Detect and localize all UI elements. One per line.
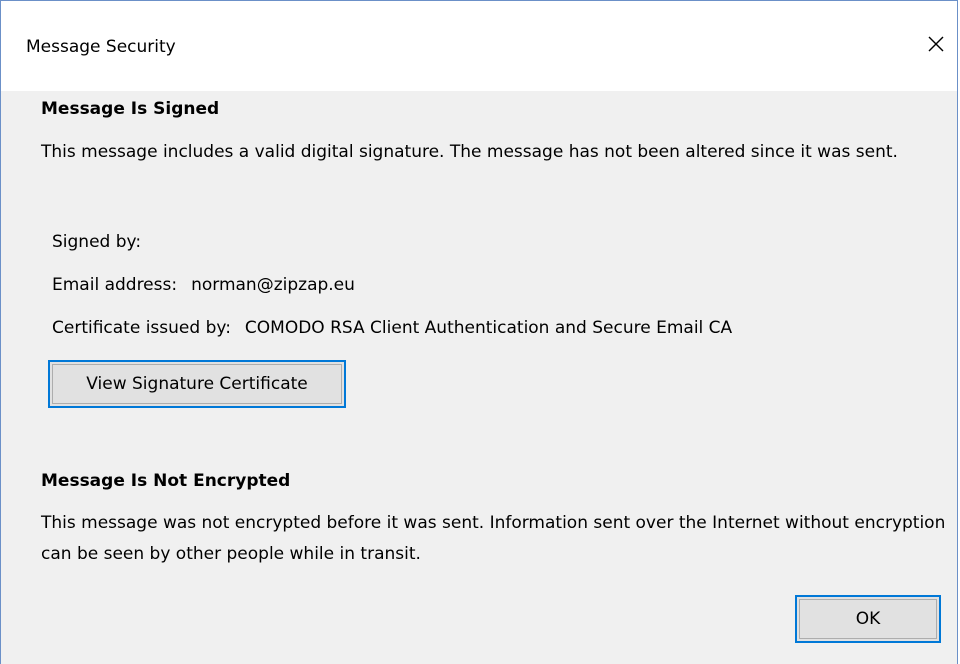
signed-heading: Message Is Signed — [41, 99, 220, 119]
signed-description: This message includes a valid digital si… — [41, 142, 898, 162]
view-certificate-label: View Signature Certificate — [86, 374, 308, 394]
email-label: Email address: — [52, 275, 178, 295]
ok-button[interactable]: OK — [795, 595, 941, 643]
signed-by-label: Signed by: — [52, 232, 142, 252]
close-icon — [928, 36, 944, 52]
issuer-value: COMODO RSA Client Authentication and Sec… — [244, 318, 733, 338]
email-row: Email address: norman@zipzap.eu — [52, 275, 355, 295]
issuer-row: Certificate issued by: COMODO RSA Client … — [52, 318, 732, 338]
email-value: norman@zipzap.eu — [191, 275, 355, 295]
close-button[interactable] — [921, 29, 951, 59]
signed-by-row: Signed by: — [52, 232, 141, 252]
view-signature-certificate-button[interactable]: View Signature Certificate — [48, 360, 346, 408]
window-title: Message Security — [26, 37, 176, 57]
issuer-label: Certificate issued by: — [52, 318, 231, 338]
encryption-description: This message was not encrypted before it… — [41, 513, 946, 564]
encryption-heading: Message Is Not Encrypted — [41, 471, 291, 491]
title-bar: Message Security — [1, 1, 957, 91]
message-security-dialog: Message Security Message Is Signed This … — [0, 0, 958, 664]
ok-label: OK — [855, 609, 881, 629]
